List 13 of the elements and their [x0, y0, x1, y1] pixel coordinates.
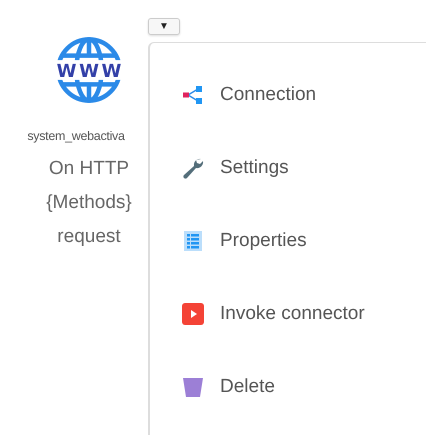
- menu-item[interactable]: Delete: [150, 362, 426, 435]
- node-title: On HTTP: [48, 157, 130, 181]
- play-icon: [181, 302, 205, 326]
- menu-item[interactable]: Invoke connector: [150, 289, 426, 362]
- node-title: request: [57, 225, 121, 249]
- node-id: system_webactiva: [27, 129, 125, 143]
- node-title: {Methods}: [46, 191, 132, 215]
- globe-icon: WWW: [53, 34, 125, 106]
- menu-item[interactable]: Connection: [150, 70, 426, 143]
- menu-item[interactable]: Properties: [150, 216, 426, 289]
- list-icon: [181, 228, 205, 252]
- dropdown-button[interactable]: ▼: [148, 18, 180, 35]
- menu-item[interactable]: Settings: [150, 143, 426, 216]
